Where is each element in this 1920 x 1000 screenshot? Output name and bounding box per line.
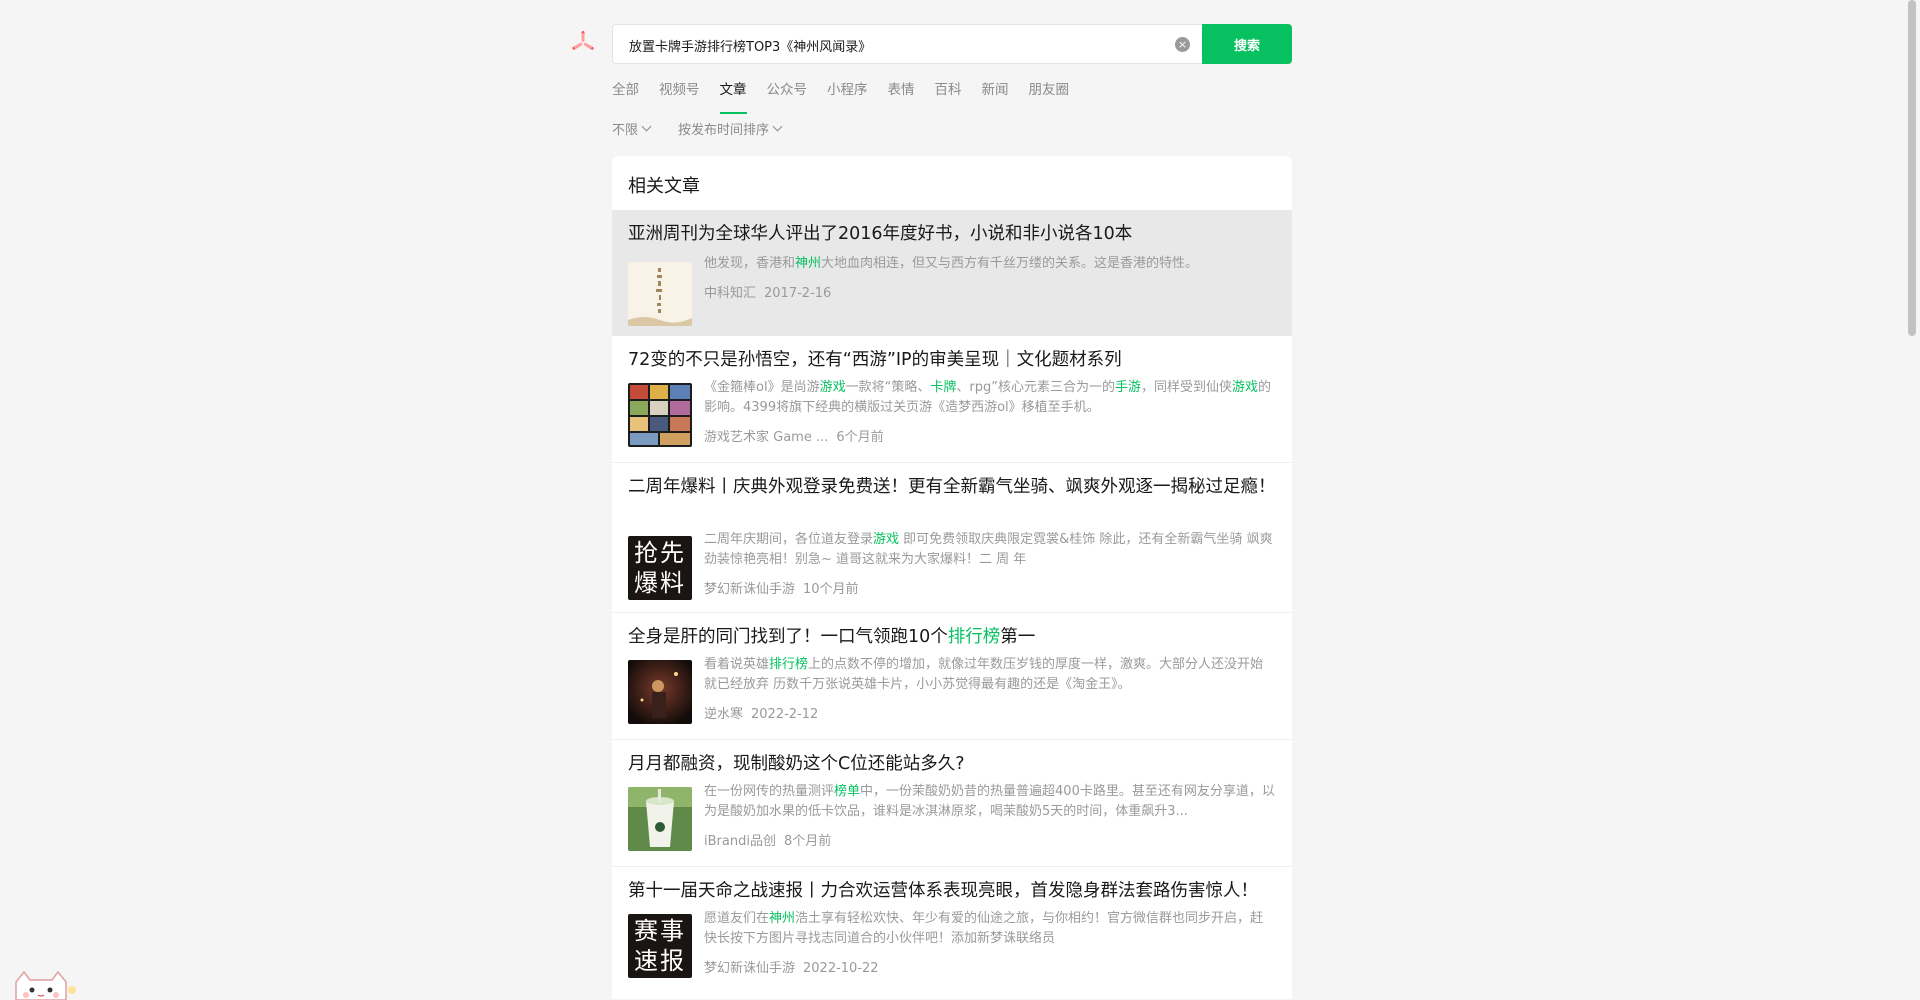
result-meta: 中科知汇 2017-2-16: [704, 282, 831, 301]
result-snippet: 他发现，香港和神州大地血肉相连，但又与西方有千丝万缕的关系。这是香港的特性。: [704, 254, 1276, 274]
calligraphy-thumbnail: 抢先 爆料: [628, 536, 692, 600]
tab-mini-programs[interactable]: 小程序: [827, 78, 868, 106]
thumb-line-1: 赛事: [634, 917, 686, 945]
highlight-keyword: 游戏: [1231, 380, 1258, 395]
dark-scene-thumbnail: [628, 660, 692, 724]
text-segment: 他发现，香港和: [704, 256, 796, 271]
highlight-keyword: 游戏: [819, 380, 846, 395]
result-item[interactable]: 月月都融资，现制酸奶这个C位还能站多久? 在一份网传的热量测评榜单中，一份茉酸奶…: [612, 740, 1292, 867]
thumb-line-1: 抢先: [634, 539, 686, 567]
thumb-line-2: 爆料: [634, 569, 686, 597]
filter-bar: 不限 按发布时间排序: [612, 119, 809, 138]
search-button[interactable]: 搜索: [1202, 24, 1292, 64]
tab-official-accounts[interactable]: 公众号: [767, 78, 808, 106]
text-segment: 全身是肝的同门找到了！一口气领跑10个: [628, 627, 948, 647]
sort-filter[interactable]: 按发布时间排序: [678, 119, 783, 138]
text-segment: 、rpg”核心元素三合为一的: [956, 380, 1115, 395]
result-snippet: 《金箍棒ol》是尚游游戏一款将“策略、卡牌、rpg”核心元素三合为一的手游，同样…: [704, 378, 1276, 418]
calligraphy-thumbnail: 赛事 速报: [628, 914, 692, 978]
game-collage-thumbnail: [628, 383, 692, 447]
highlight-keyword: 游戏: [873, 532, 900, 547]
clear-icon[interactable]: ×: [1175, 37, 1190, 52]
highlight-keyword: 神州: [795, 256, 822, 271]
highlight-keyword: 手游: [1114, 380, 1141, 395]
tab-channels[interactable]: 视频号: [659, 78, 700, 106]
result-snippet: 看着说英雄排行榜上的点数不停的增加，就像过年数压岁钱的厚度一样，激爽。大部分人还…: [704, 655, 1276, 695]
result-title[interactable]: 月月都融资，现制酸奶这个C位还能站多久?: [628, 752, 1278, 777]
text-segment: 二周年爆料丨庆典外观登录免费送！更有全新霸气坐骑、飒爽外观逐一揭秘过足瘾！: [628, 477, 1276, 497]
tab-all[interactable]: 全部: [612, 78, 639, 106]
result-snippet: 在一份网传的热量测评榜单中，一份茉酸奶奶昔的热量普遍超400卡路里。甚至还有网友…: [704, 782, 1276, 822]
result-meta: iBrandi品创 8个月前: [704, 830, 831, 849]
highlight-keyword: 神州: [769, 911, 796, 926]
result-source[interactable]: 逆水寒: [704, 707, 743, 722]
result-source[interactable]: 中科知汇: [704, 286, 756, 301]
results-panel: 相关文章 亚洲周刊为全球华人评出了2016年度好书，小说和非小说各10本 他发现…: [612, 156, 1292, 999]
text-segment: 一款将“策略、: [845, 380, 931, 395]
result-title[interactable]: 第十一届天命之战速报丨力合欢运营体系表现亮眼，首发隐身群法套路伤害惊人！: [628, 879, 1278, 904]
result-time: 2017-2-16: [764, 286, 832, 301]
highlight-keyword: 排行榜: [947, 627, 1001, 647]
result-source[interactable]: iBrandi品创: [704, 834, 776, 849]
result-snippet: 愿道友们在神州浩土享有轻松欢快、年少有爱的仙途之旅，与你相约！官方微信群也同步开…: [704, 909, 1276, 949]
tab-news[interactable]: 新闻: [982, 78, 1009, 106]
result-meta: 梦幻新诛仙手游 10个月前: [704, 578, 859, 597]
book-cover-thumbnail: [628, 262, 692, 326]
wechat-search-logo-icon[interactable]: [570, 30, 596, 56]
yogurt-cup-thumbnail: [628, 787, 692, 851]
result-time: 8个月前: [783, 834, 832, 849]
result-meta: 逆水寒 2022-2-12: [704, 703, 818, 722]
result-meta: 梦幻新诛仙手游 2022-10-22: [704, 957, 879, 976]
result-time: 2022-10-22: [803, 961, 879, 976]
text-segment: 愿道友们在: [704, 911, 770, 926]
text-segment: 第十一届天命之战速报丨力合欢运营体系表现亮眼，首发隐身群法套路伤害惊人！: [628, 881, 1258, 901]
time-range-filter[interactable]: 不限: [612, 119, 652, 138]
text-segment: 亚洲周刊为全球华人评出了2016年度好书，小说和非小说各10本: [628, 224, 1133, 244]
result-time: 2022-2-12: [751, 707, 819, 722]
result-snippet: 二周年庆期间，各位道友登录游戏 即可免费领取庆典限定霓裳&桂饰 除此，还有全新霸…: [704, 530, 1276, 570]
search-input[interactable]: [627, 25, 1151, 65]
result-item[interactable]: 第十一届天命之战速报丨力合欢运营体系表现亮眼，首发隐身群法套路伤害惊人！ 赛事 …: [612, 867, 1292, 999]
result-source[interactable]: 梦幻新诛仙手游: [704, 961, 795, 976]
tab-encyclopedia[interactable]: 百科: [935, 78, 962, 106]
text-segment: 第一: [1000, 627, 1036, 647]
result-title[interactable]: 72变的不只是孙悟空，还有“西游”IP的审美呈现｜文化题材系列: [628, 348, 1278, 373]
result-source[interactable]: 梦幻新诛仙手游: [704, 582, 795, 597]
tab-articles[interactable]: 文章: [719, 78, 747, 114]
text-segment: 二周年庆期间，各位道友登录: [704, 532, 874, 547]
chevron-down-icon: [641, 121, 652, 132]
text-segment: 《金箍棒ol》是尚游: [704, 380, 820, 395]
result-time: 6个月前: [836, 430, 884, 445]
chevron-down-icon: [772, 121, 783, 132]
result-source[interactable]: 游戏艺术家 Game ...: [704, 430, 828, 445]
tab-stickers[interactable]: 表情: [888, 78, 915, 106]
tab-moments[interactable]: 朋友圈: [1029, 78, 1070, 106]
search-box: ×: [612, 24, 1202, 65]
section-title: 相关文章: [628, 176, 700, 197]
result-item[interactable]: 全身是肝的同门找到了！一口气领跑10个排行榜第一 看着说英雄排行榜上的点数不停的…: [612, 613, 1292, 740]
result-title[interactable]: 亚洲周刊为全球华人评出了2016年度好书，小说和非小说各10本: [628, 222, 1278, 247]
result-title[interactable]: 全身是肝的同门找到了！一口气领跑10个排行榜第一: [628, 625, 1278, 650]
result-item[interactable]: 亚洲周刊为全球华人评出了2016年度好书，小说和非小说各10本 他发现，香港和神…: [612, 210, 1292, 336]
result-title[interactable]: 二周年爆料丨庆典外观登录免费送！更有全新霸气坐骑、飒爽外观逐一揭秘过足瘾！: [628, 475, 1278, 500]
text-segment: ，同样受到仙侠: [1140, 380, 1232, 395]
cat-mascot-icon[interactable]: [8, 970, 82, 1000]
filter-label: 按发布时间排序: [678, 123, 770, 138]
text-segment: 大地血肉相连，但又与西方有千丝万缕的关系。这是香港的特性。: [821, 256, 1199, 271]
result-time: 10个月前: [803, 582, 859, 597]
highlight-keyword: 排行榜: [769, 657, 809, 672]
filter-label: 不限: [612, 123, 639, 138]
highlight-keyword: 卡牌: [930, 380, 957, 395]
result-item[interactable]: 72变的不只是孙悟空，还有“西游”IP的审美呈现｜文化题材系列 《金箍棒ol》是…: [612, 336, 1292, 463]
text-segment: 看着说英雄: [704, 657, 770, 672]
text-segment: 在一份网传的热量测评: [704, 784, 835, 799]
result-meta: 游戏艺术家 Game ... 6个月前: [704, 426, 884, 445]
page-scrollbar[interactable]: [1908, 0, 1916, 336]
highlight-keyword: 榜单: [834, 784, 861, 799]
text-segment: 72变的不只是孙悟空，还有“西游”IP的审美呈现｜文化题材系列: [628, 350, 1122, 370]
category-tabs: 全部 视频号 文章 公众号 小程序 表情 百科 新闻 朋友圈: [612, 78, 1089, 114]
text-segment: 月月都融资，现制酸奶这个C位还能站多久?: [628, 754, 965, 774]
thumb-line-2: 速报: [634, 947, 686, 975]
result-item[interactable]: 二周年爆料丨庆典外观登录免费送！更有全新霸气坐骑、飒爽外观逐一揭秘过足瘾！ 抢先…: [612, 463, 1292, 613]
